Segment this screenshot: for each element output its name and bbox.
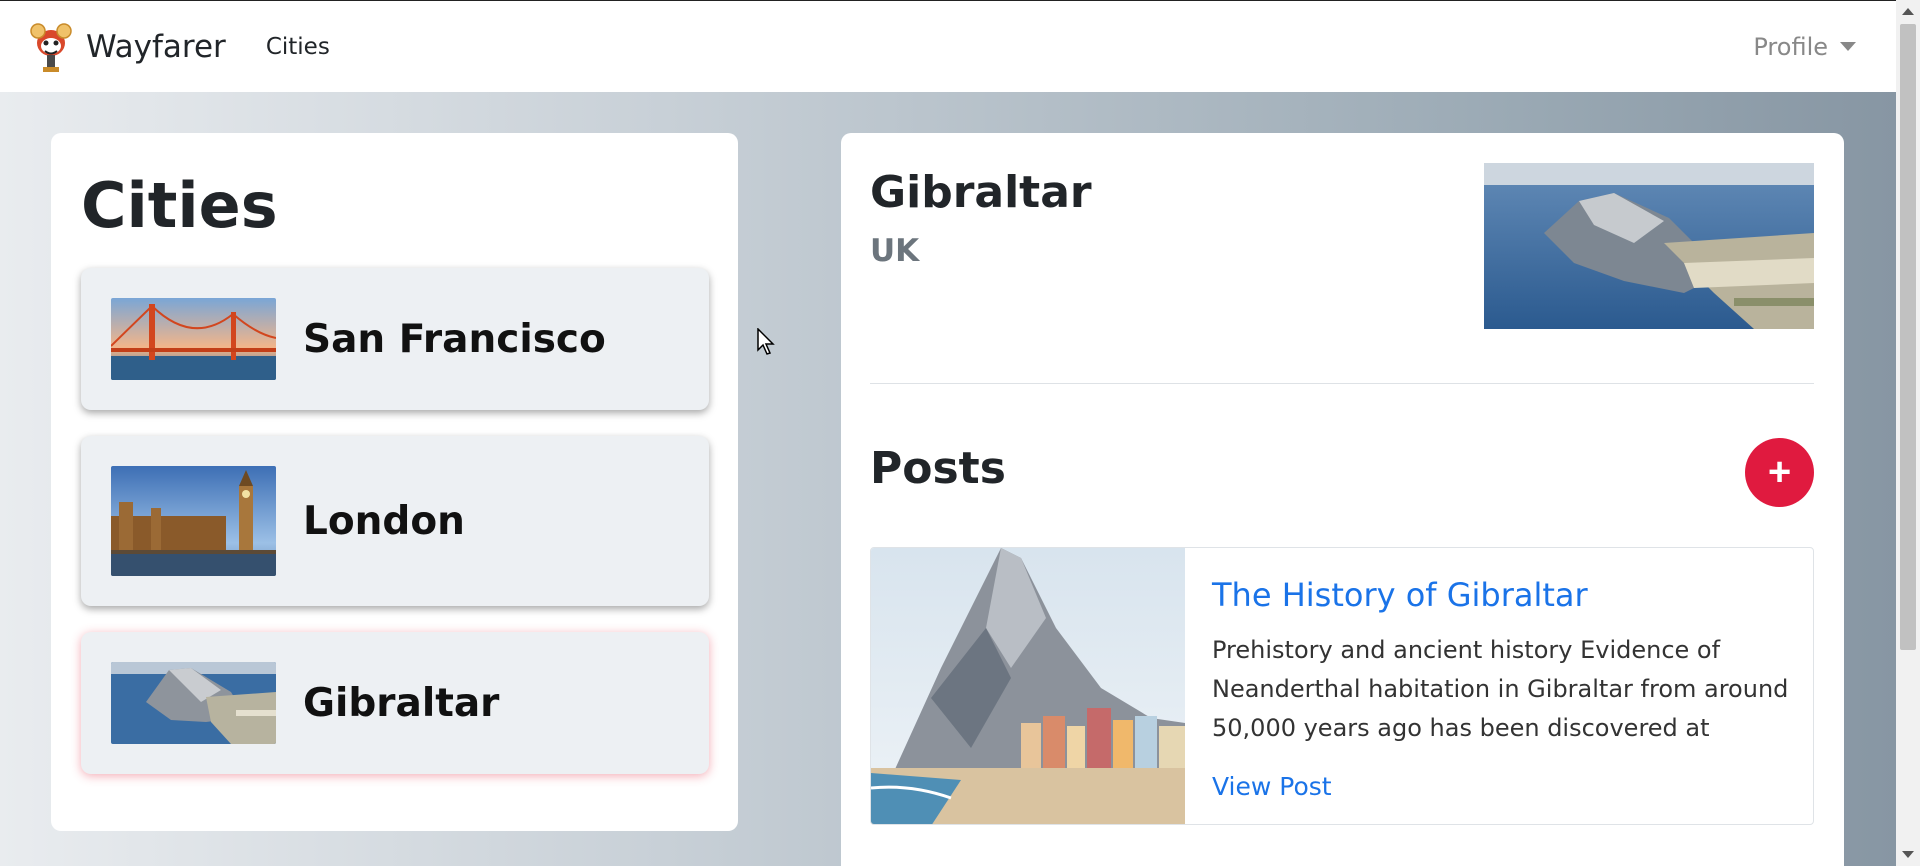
city-item-gibraltar[interactable]: Gibraltar	[81, 632, 709, 774]
cities-panel: Cities San Francisco London Gibraltar	[51, 133, 738, 831]
brand[interactable]: Wayfarer	[28, 21, 226, 73]
city-name: London	[303, 498, 465, 544]
wayfarer-logo-icon	[28, 21, 74, 73]
city-title: Gibraltar	[870, 167, 1092, 218]
post-title-link[interactable]: The History of Gibraltar	[1212, 576, 1588, 614]
section-divider	[870, 383, 1814, 384]
brand-name: Wayfarer	[86, 28, 226, 65]
city-name: Gibraltar	[303, 680, 500, 726]
post-card: The History of Gibraltar Prehistory and …	[870, 547, 1814, 825]
caret-down-icon	[1840, 42, 1856, 51]
profile-dropdown[interactable]: Profile	[1753, 33, 1856, 61]
scrollbar-thumb[interactable]	[1900, 24, 1916, 650]
profile-label: Profile	[1753, 32, 1828, 61]
view-post-link[interactable]: View Post	[1212, 772, 1332, 801]
add-post-button[interactable]: +	[1745, 438, 1814, 507]
cities-heading: Cities	[81, 169, 278, 242]
post-excerpt: Prehistory and ancient history Evidence …	[1212, 636, 1789, 742]
city-thumbnail-london	[111, 466, 276, 576]
top-navbar: Wayfarer Cities Profile	[0, 0, 1896, 92]
post-image	[871, 548, 1185, 824]
scroll-down-arrow-icon[interactable]	[1902, 851, 1914, 858]
scroll-up-arrow-icon[interactable]	[1902, 8, 1914, 15]
city-item-san-francisco[interactable]: San Francisco	[81, 268, 709, 410]
main-area: Cities San Francisco London Gibraltar Gi…	[0, 92, 1896, 866]
page-scrollbar[interactable]	[1896, 0, 1920, 866]
mouse-cursor-icon	[757, 327, 777, 360]
nav-link-cities[interactable]: Cities	[266, 34, 330, 60]
city-thumbnail-gibraltar	[111, 662, 276, 744]
city-thumbnail-san-francisco	[111, 298, 276, 380]
city-name: San Francisco	[303, 316, 606, 362]
city-detail-panel: Gibraltar UK Posts + The History of Gibr…	[841, 133, 1844, 866]
city-hero-image	[1484, 163, 1814, 329]
city-country: UK	[870, 233, 920, 269]
city-item-london[interactable]: London	[81, 436, 709, 606]
posts-heading: Posts	[870, 443, 1006, 494]
